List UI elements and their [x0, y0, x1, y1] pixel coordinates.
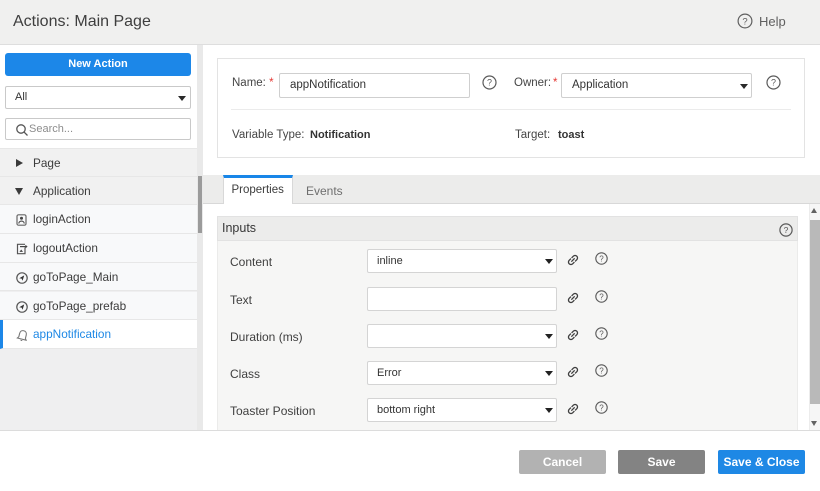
- svg-text:?: ?: [487, 78, 492, 88]
- svg-text:?: ?: [742, 16, 747, 27]
- svg-text:?: ?: [599, 255, 604, 264]
- svg-text:?: ?: [599, 404, 604, 413]
- svg-text:?: ?: [599, 293, 604, 302]
- svg-text:?: ?: [784, 225, 789, 235]
- svg-text:?: ?: [599, 367, 604, 376]
- svg-text:?: ?: [599, 330, 604, 339]
- svg-text:?: ?: [771, 78, 776, 88]
